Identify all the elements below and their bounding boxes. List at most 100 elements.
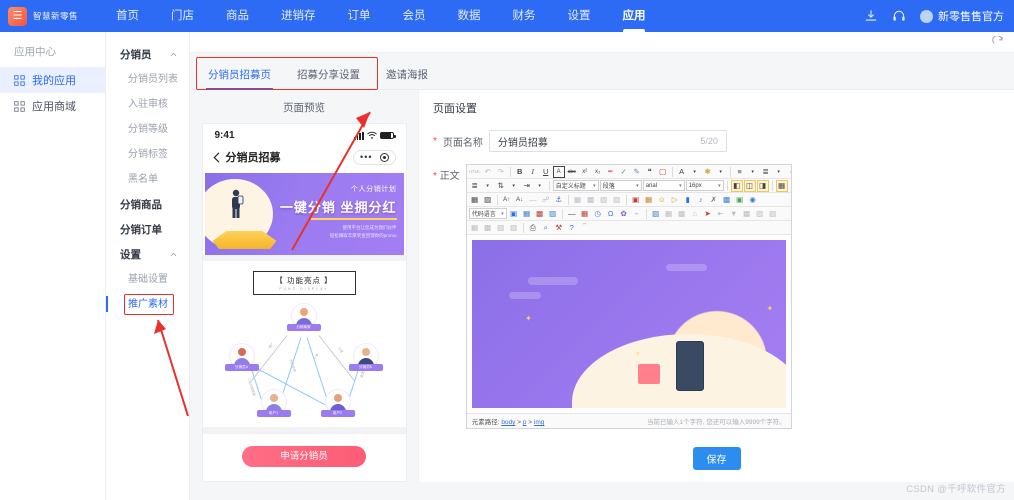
attachment-icon[interactable]: ▮ xyxy=(682,194,694,206)
anchor-icon[interactable]: a xyxy=(786,166,791,178)
screenshot-icon[interactable]: ▣ xyxy=(734,194,746,206)
special-char-icon[interactable]: Ω xyxy=(605,208,617,220)
table-style2-icon[interactable]: ▩ xyxy=(482,222,494,234)
sidebar-item-basic-settings[interactable]: 基础设置 xyxy=(106,267,189,292)
strikethrough-icon[interactable]: abc xyxy=(566,166,578,178)
code-language-select[interactable]: 代码语言 ▾ xyxy=(468,208,507,219)
headset-icon[interactable] xyxy=(892,9,906,23)
delete-col-icon[interactable]: ▼ xyxy=(728,208,740,220)
nav-item-members[interactable]: 会员 xyxy=(387,0,442,32)
sidebar-item-my-apps[interactable]: 我的应用 xyxy=(0,67,105,93)
music-icon[interactable]: ♪ xyxy=(695,194,707,206)
multi-image-icon[interactable]: ▦ xyxy=(643,194,655,206)
logo[interactable]: ☰ 智慧新零售 xyxy=(0,6,78,26)
back-color-icon[interactable]: ❃ xyxy=(702,166,714,178)
font-color-icon[interactable]: A xyxy=(676,166,688,178)
tab-share-settings[interactable]: 招募分享设置 xyxy=(295,62,362,89)
paragraph-select[interactable]: 段落 ▾ xyxy=(599,180,642,191)
table-prop-icon[interactable]: ▩ xyxy=(741,208,753,220)
element-path-img[interactable]: img xyxy=(534,419,544,426)
tab-recruitment-page[interactable]: 分销员招募页 xyxy=(206,62,273,90)
justify-icon[interactable]: ▦ xyxy=(775,179,788,192)
chevron-down-icon[interactable]: ▾ xyxy=(508,180,520,192)
italic-icon[interactable]: I xyxy=(527,166,539,178)
sidebar-group-distribution-orders[interactable]: 分销订单 xyxy=(106,217,189,242)
page-name-input[interactable]: 分销员招募 5/20 xyxy=(488,130,727,152)
apply-distributor-button[interactable]: 申请分销员 xyxy=(242,446,366,467)
box-text-icon[interactable]: A xyxy=(552,165,565,178)
increase-font-icon[interactable]: A↑ xyxy=(501,194,513,206)
table-style4-icon[interactable]: ▧ xyxy=(508,222,520,234)
horizontal-rule-icon[interactable]: — xyxy=(527,194,539,206)
align-full-icon[interactable]: ▨ xyxy=(482,194,494,206)
chevron-down-icon[interactable]: ▾ xyxy=(689,166,701,178)
save-doc-icon[interactable]: ▣ xyxy=(508,208,520,220)
quote-icon[interactable]: ❝ xyxy=(644,166,656,178)
time-icon[interactable]: ◷ xyxy=(592,208,604,220)
align-left-icon[interactable]: ◧ xyxy=(730,179,743,192)
cell-prop-icon[interactable]: ▨ xyxy=(754,208,766,220)
fullscreen-icon[interactable]: ⎴ xyxy=(579,222,591,234)
background-icon[interactable]: ▩ xyxy=(534,208,546,220)
nav-item-settings[interactable]: 设置 xyxy=(552,0,607,32)
insert-col-icon[interactable]: ▩ xyxy=(676,208,688,220)
table-none-icon[interactable]: ▧ xyxy=(611,194,623,206)
unlink-icon[interactable]: ⚓ xyxy=(553,194,565,206)
indent-icon[interactable]: ⇥ xyxy=(521,180,533,192)
insert-row-icon[interactable]: ▦ xyxy=(663,208,675,220)
sidebar-group-settings[interactable]: 设置 xyxy=(106,242,189,267)
align-justify-icon[interactable]: ▦ xyxy=(469,194,481,206)
remove-format-icon[interactable]: ▢ xyxy=(657,166,669,178)
table-center-icon[interactable]: ▩ xyxy=(585,194,597,206)
paragraph-spacing-icon[interactable]: ⇅ xyxy=(495,180,507,192)
webapp-icon[interactable]: ◉ xyxy=(747,194,759,206)
nav-item-finance[interactable]: 财务 xyxy=(497,0,552,32)
clip-icon[interactable]: ✗ xyxy=(708,194,720,206)
wechat-capsule[interactable]: ••• xyxy=(353,149,396,165)
superscript-icon[interactable]: x² xyxy=(579,166,591,178)
font-size-select[interactable]: 16px ▾ xyxy=(685,180,724,191)
chevron-down-icon[interactable]: ▾ xyxy=(482,180,494,192)
print-icon[interactable]: ⎙ xyxy=(527,222,539,234)
align-center-icon[interactable]: ◫ xyxy=(743,179,756,192)
decrease-font-icon[interactable]: A↓ xyxy=(514,194,526,206)
align-right-icon[interactable]: ◨ xyxy=(756,179,769,192)
font-family-select[interactable]: arial ▾ xyxy=(642,180,685,191)
target-icon[interactable] xyxy=(379,152,389,162)
map-icon[interactable]: ▩ xyxy=(721,194,733,206)
redo-icon[interactable]: ↷ xyxy=(495,166,507,178)
unordered-list-icon[interactable]: ≡ xyxy=(734,166,746,178)
merge-cell-icon[interactable]: ⌂ xyxy=(689,208,701,220)
nav-item-store[interactable]: 门店 xyxy=(155,0,210,32)
formula-icon[interactable]: ✿ xyxy=(618,208,630,220)
rich-text-editor[interactable]: HTML ↶ ↷ B I U A abc x² x₂ ✒ ✓ ✎ ❝ ▢ A ▾… xyxy=(465,164,792,429)
editor-canvas[interactable]: ✦ ✦ ✦ xyxy=(466,235,791,413)
import-word-icon[interactable]: ▨ xyxy=(547,208,559,220)
refresh-icon[interactable] xyxy=(992,36,1004,48)
user-menu[interactable]: 新零售售官方 xyxy=(920,8,1004,24)
image-icon[interactable]: ▣ xyxy=(630,194,642,206)
insert-table-icon[interactable]: ▨ xyxy=(650,208,662,220)
underline-icon[interactable]: U xyxy=(540,166,552,178)
link-icon[interactable]: ☍ xyxy=(540,194,552,206)
nav-item-data[interactable]: 数据 xyxy=(442,0,497,32)
editor-inserted-image[interactable]: ✦ ✦ ✦ xyxy=(471,240,786,408)
nav-item-apps[interactable]: 应用 xyxy=(607,0,662,32)
more-dots-icon[interactable]: ••• xyxy=(360,152,372,162)
table-style1-icon[interactable]: ▦ xyxy=(469,222,481,234)
line-height-icon[interactable]: ≣ xyxy=(469,180,481,192)
sidebar-item-distributor-tag[interactable]: 分销标签 xyxy=(106,142,189,167)
subscript-icon[interactable]: x₂ xyxy=(592,166,604,178)
delete-row-icon[interactable]: ⇤ xyxy=(715,208,727,220)
chevron-left-icon[interactable] xyxy=(212,152,220,163)
nav-item-inventory[interactable]: 进销存 xyxy=(265,0,332,32)
table-right-icon[interactable]: ▨ xyxy=(598,194,610,206)
nav-item-orders[interactable]: 订单 xyxy=(332,0,387,32)
ordered-list-icon[interactable]: ≣ xyxy=(760,166,772,178)
date-icon[interactable]: ▦ xyxy=(579,208,591,220)
highlight-icon[interactable]: ✎ xyxy=(631,166,643,178)
nav-item-goods[interactable]: 商品 xyxy=(210,0,265,32)
chevron-down-icon[interactable]: ▾ xyxy=(747,166,759,178)
help-icon[interactable]: ? xyxy=(566,222,578,234)
video-icon[interactable]: ▷ xyxy=(669,194,681,206)
